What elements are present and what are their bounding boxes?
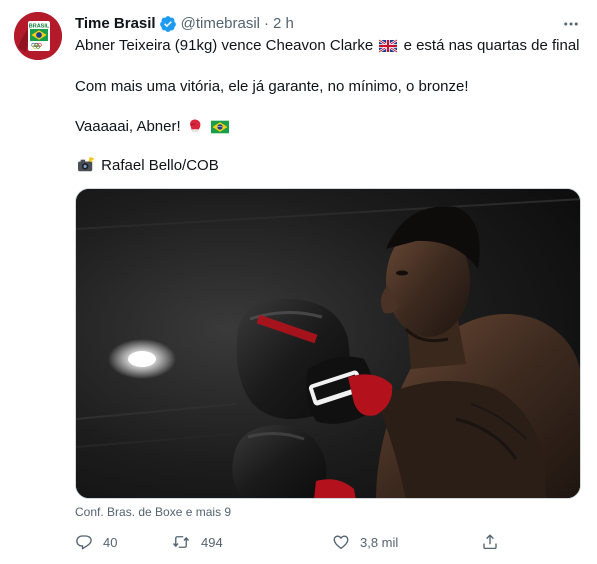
retweet-count: 494 [201, 534, 223, 550]
photo-credit: Rafael Bello/COB [101, 157, 219, 174]
avatar-label: BRASIL [29, 24, 50, 30]
tweet-header: Time Brasil @timebrasil · 2 h [75, 14, 294, 34]
tweet-photo[interactable] [75, 188, 581, 499]
retweet-button[interactable]: 494 [171, 530, 223, 554]
retweet-icon [172, 536, 190, 548]
boxing-glove-emoji [189, 119, 201, 133]
verified-badge-icon [159, 16, 176, 32]
like-count: 3,8 mil [360, 534, 399, 550]
tweet-text-part: Vaaaaai, Abner! [75, 118, 181, 135]
brazil-flag-emoji [210, 120, 229, 134]
boxer-photo [76, 189, 580, 498]
more-icon [564, 22, 578, 26]
share-button[interactable] [481, 530, 499, 554]
avatar[interactable]: BRASIL [14, 12, 62, 60]
uk-flag-emoji [379, 39, 398, 53]
tweet-line-1: Abner Teixeira (91kg) vence Cheavon Clar… [75, 36, 580, 56]
tweet-card[interactable]: BRASIL Time Brasil @timebrasil · 2 h Abn… [0, 0, 597, 564]
camera-flash-emoji [78, 157, 95, 172]
tweet-line-3: Vaaaaai, Abner! [75, 117, 231, 137]
tweet-time[interactable]: 2 h [273, 14, 294, 34]
separator-dot: · [264, 15, 270, 32]
like-icon [333, 535, 349, 550]
tweet-text-part: e está nas quartas de final [403, 37, 580, 54]
more-button[interactable] [560, 14, 582, 34]
like-button[interactable]: 3,8 mil [332, 530, 398, 554]
author-handle[interactable]: @timebrasil [181, 14, 260, 34]
tweet-line-2: Com mais uma vitória, ele já garante, no… [75, 78, 469, 95]
tweet-actions: 40 494 3,8 mil [75, 530, 505, 554]
reply-count: 40 [103, 534, 118, 550]
reply-icon [76, 535, 92, 550]
media-tagline[interactable]: Conf. Bras. de Boxe e mais 9 [75, 504, 231, 520]
tweet-line-4: Rafael Bello/COB [75, 156, 219, 176]
share-icon [483, 534, 497, 550]
tweet-text-part: Abner Teixeira (91kg) vence Cheavon Clar… [75, 37, 374, 54]
time-brasil-logo: BRASIL [14, 12, 62, 60]
reply-button[interactable]: 40 [75, 530, 117, 554]
author-name[interactable]: Time Brasil [75, 14, 156, 34]
